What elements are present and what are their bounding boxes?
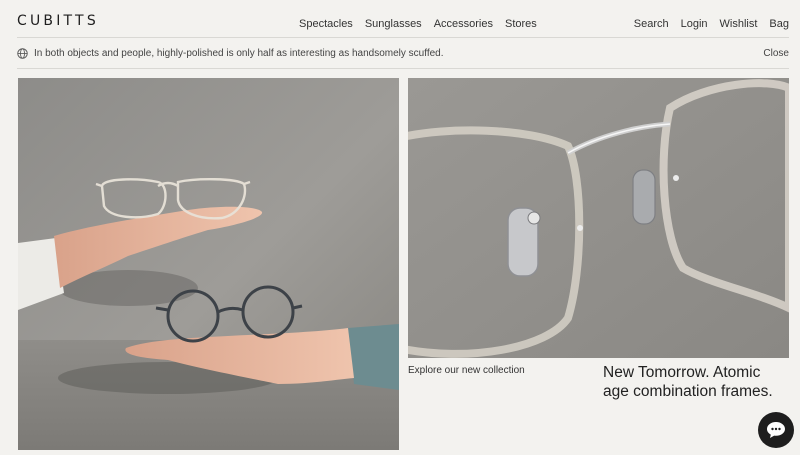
brand-logo[interactable]: CUBITTS — [17, 13, 99, 29]
user-nav: Search Login Wishlist Bag — [634, 18, 789, 30]
collection-headline: New Tomorrow. Atomic age combination fra… — [603, 364, 773, 400]
announcement-divider — [17, 68, 789, 69]
announcement-close-button[interactable]: Close — [763, 48, 789, 59]
nav-login[interactable]: Login — [681, 18, 708, 30]
clear-frame-closeup-photo[interactable] — [408, 78, 789, 358]
nav-accessories[interactable]: Accessories — [434, 18, 493, 30]
nav-stores[interactable]: Stores — [505, 18, 537, 30]
nav-spectacles[interactable]: Spectacles — [299, 18, 353, 30]
nav-bag[interactable]: Bag — [769, 18, 789, 30]
chat-button[interactable] — [758, 412, 794, 448]
hands-holding-glasses-photo[interactable] — [18, 78, 399, 450]
main-nav: Spectacles Sunglasses Accessories Stores — [299, 18, 537, 30]
nav-wishlist[interactable]: Wishlist — [720, 18, 758, 30]
nav-sunglasses[interactable]: Sunglasses — [365, 18, 422, 30]
globe-icon — [17, 47, 28, 59]
chat-bubble-icon — [767, 422, 785, 438]
announcement-bar: In both objects and people, highly-polis… — [17, 45, 789, 61]
explore-collection-link[interactable]: Explore our new collection — [408, 365, 525, 376]
announcement-text: In both objects and people, highly-polis… — [34, 47, 444, 59]
site-header: CUBITTS Spectacles Sunglasses Accessorie… — [0, 0, 800, 38]
header-divider — [17, 37, 789, 38]
nav-search[interactable]: Search — [634, 18, 669, 30]
